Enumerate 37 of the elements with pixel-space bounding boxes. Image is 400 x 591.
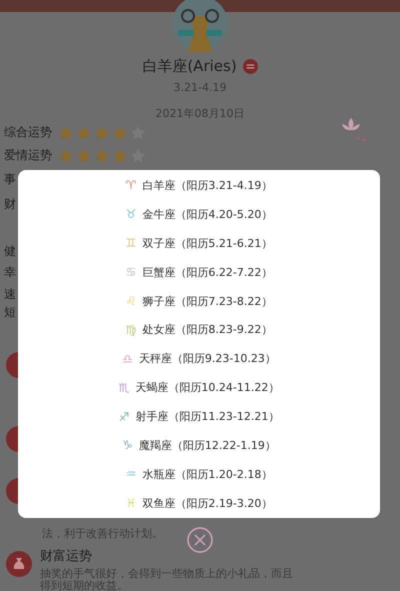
zodiac-symbol: ♋ [126,265,136,280]
section-title: 财富运势 [40,548,93,565]
money-bag-icon [6,551,32,577]
sign-option[interactable]: ♊ 双子座（阳历5.21-6.21） [18,228,380,258]
sign-option[interactable]: ♉ 金牛座（阳历4.20-5.20） [18,200,380,229]
row-label: 财 [4,196,16,213]
sign-title: 白羊座(Aries) [142,56,237,76]
zodiac-symbol: ♓ [126,496,136,510]
sign-option[interactable]: ♈ 白羊座（阳历3.21-4.19） [18,171,380,200]
row-label: 短 [4,304,16,321]
zodiac-symbol: ♉ [126,207,136,222]
zodiac-symbol: ♎ [122,352,133,366]
sign-option[interactable]: ♋ 巨蟹座（阳历6.22-7.22） [18,258,380,287]
close-icon[interactable] [187,527,213,553]
sign-option[interactable]: ♎ 天秤座（阳历9.23-10.23） [18,344,380,374]
row-label: 速 [4,286,16,303]
sign-option[interactable]: ♍ 处女座（阳历8.23-9.22） [18,315,380,344]
row-label: 健 [4,243,16,260]
row-label: 事 [4,171,16,188]
sign-option[interactable]: ♓ 双鱼座（阳历2.19-3.20） [18,488,380,518]
row-label: 幸 [4,264,16,281]
zodiac-symbol: ♌ [126,294,136,308]
rating-label: 综合运势 [4,124,52,141]
zodiac-symbol: ♒ [126,467,136,482]
zodiac-symbol: ♈ [126,178,136,192]
zodiac-symbol: ♏ [118,380,130,395]
zodiac-symbol: ♊ [126,236,136,250]
rating-label: 爱情运势 [4,147,52,164]
sign-option[interactable]: ♏ 天蝎座（阳历10.24-11.22） [18,373,380,402]
sign-option[interactable]: ♌ 狮子座（阳历7.23-8.22） [18,286,380,316]
sign-option[interactable]: ♐ 射手座（阳历11.23-12.21） [18,402,380,432]
zodiac-symbol: ♍ [126,322,136,337]
zodiac-symbol: ♐ [118,410,130,424]
sign-option[interactable]: ♒ 水瓶座（阳历1.20-2.18） [18,460,380,489]
sign-option[interactable]: ♑ 魔羯座（阳历12.22-1.19） [18,431,380,460]
switch-icon[interactable] [242,58,258,74]
zodiac-symbol: ♑ [122,438,133,452]
